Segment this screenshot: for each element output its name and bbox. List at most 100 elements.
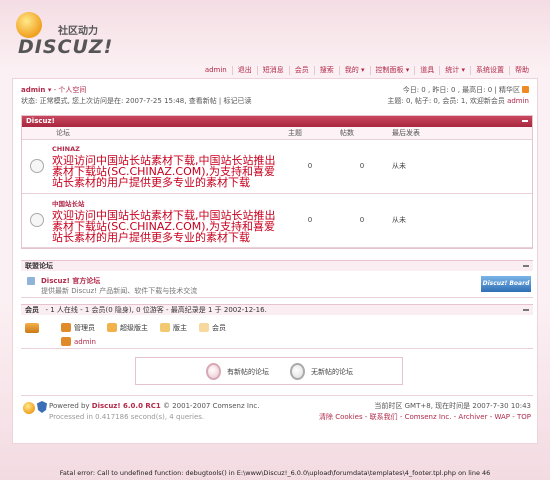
fatal-error-message: Fatal error: Call to undefined function:… xyxy=(0,469,550,477)
links-section-title: 联盟论坛 xyxy=(25,262,53,270)
nav-item-control-panel[interactable]: 控制面板 ▾ xyxy=(369,66,415,75)
linked-forum-banner[interactable]: Discuz! Board xyxy=(481,276,531,292)
nav-item-tools[interactable]: 道具 xyxy=(414,66,439,75)
table-row[interactable]: CHINAZ 欢迎访问中国站长站素材下载,中国站长站推出素材下载站(SC.CHI… xyxy=(22,139,532,194)
legend-supermod-label: 超级版主 xyxy=(120,324,148,332)
linked-forum-name[interactable]: Discuz! 官方论坛 xyxy=(41,276,100,286)
nav-item-admin[interactable]: admin xyxy=(200,66,232,75)
logo-tagline: 社区动力 xyxy=(58,26,98,37)
processed-info: Processed in 0.417186 second(s), 4 queri… xyxy=(49,413,205,421)
row-icon-cell xyxy=(22,139,52,194)
online-user-link[interactable]: admin xyxy=(74,338,96,346)
last-post: 从未 xyxy=(388,193,532,248)
legend-admin: 管理员 xyxy=(61,323,95,333)
online-row: 管理员 超级版主 版主 会员 admin xyxy=(21,317,533,349)
nav-item-members[interactable]: 会员 xyxy=(288,66,314,75)
powered-suffix: © 2001-2007 Comsenz Inc. xyxy=(160,402,260,410)
forum-status-icon xyxy=(30,213,44,227)
legend-member-label: 会员 xyxy=(212,324,226,332)
page-footer: Powered by Discuz! 6.0.0 RC1 © 2001-2007… xyxy=(21,395,533,435)
section-title[interactable]: Discuz! xyxy=(26,117,55,125)
top-nav: admin 退出 短消息 会员 搜索 我的 ▾ 控制面板 ▾ 道具 统计 ▾ 系… xyxy=(200,66,534,75)
online-section-title: 会员 xyxy=(25,306,39,314)
posts-count: 0 xyxy=(336,193,388,248)
legend-none-label: 无新帖的论坛 xyxy=(311,367,353,376)
collapse-icon[interactable] xyxy=(523,265,529,267)
section-header: Discuz! xyxy=(22,116,532,127)
forum-table: 论坛 主题 帖数 最后发表 CHINAZ 欢迎访问中国站长站素材下载,中国站长站… xyxy=(22,127,532,248)
discuz-lightbulb-icon xyxy=(23,402,35,414)
col-forum: 论坛 xyxy=(52,127,284,140)
online-user: admin xyxy=(61,337,96,346)
no-new-posts-icon xyxy=(290,363,305,380)
logo-brand: DISCUZ! xyxy=(18,36,114,58)
discuz-logo[interactable]: 社区动力 DISCUZ! xyxy=(16,10,126,58)
topics-count: 0 xyxy=(284,139,336,194)
fatal-error-text: Fatal error: Call to undefined function:… xyxy=(59,469,491,477)
legend-new-label: 有新帖的论坛 xyxy=(227,367,269,376)
collapse-icon[interactable] xyxy=(523,309,529,311)
online-section-header: 会员 - 1 人在线 - 1 会员(0 隐身), 0 位游客 - 最高纪录是 1… xyxy=(21,304,533,315)
rss-icon[interactable] xyxy=(522,86,529,93)
forum-name-link[interactable]: 中国站长站 xyxy=(52,198,284,208)
forum-status-icon xyxy=(30,159,44,173)
forum-section: Discuz! 论坛 主题 帖数 最后发表 CHINAZ 欢迎访问中国站长站素材… xyxy=(21,115,533,249)
forum-cell: 中国站长站 欢迎访问中国站长站素材下载,中国站长站推出素材下载站(SC.CHIN… xyxy=(52,193,284,248)
nav-item-settings[interactable]: 系统设置 xyxy=(470,66,509,75)
powered-product-link[interactable]: Discuz! 6.0.0 RC1 xyxy=(92,402,161,410)
member-icon xyxy=(199,323,209,332)
mod-icon xyxy=(160,323,170,332)
footer-right: 当前时区 GMT+8, 现在时间是 2007-7-30 10:43 清除 Coo… xyxy=(319,401,531,423)
powered-prefix: Powered by xyxy=(49,402,92,410)
last-post: 从未 xyxy=(388,139,532,194)
current-time: 当前时区 GMT+8, 现在时间是 2007-7-30 10:43 xyxy=(374,402,531,410)
legend-box: 有新帖的论坛 无新帖的论坛 xyxy=(135,357,403,385)
legend-none: 无新帖的论坛 xyxy=(290,363,353,380)
footer-links[interactable]: 清除 Cookies - 联系我们 - Comsenz Inc. - Archi… xyxy=(319,412,531,423)
forum-totals: 主题: 0, 帖子: 0, 会员: 1, 欢迎新会员 xyxy=(387,97,505,105)
forum-cell: CHINAZ 欢迎访问中国站长站素材下载,中国站长站推出素材下载站(SC.CHI… xyxy=(52,139,284,194)
lightbulb-icon xyxy=(16,12,42,38)
nav-item-help[interactable]: 帮助 xyxy=(509,66,534,75)
forum-description: 欢迎访问中国站长站素材下载,中国站长站推出素材下载站(SC.CHINAZ.COM… xyxy=(52,153,276,189)
username-menu[interactable]: admin ▾ xyxy=(21,86,51,94)
table-row[interactable]: 中国站长站 欢迎访问中国站长站素材下载,中国站长站推出素材下载站(SC.CHIN… xyxy=(22,193,532,248)
supermod-icon xyxy=(107,323,117,332)
admin-icon xyxy=(61,323,71,332)
nav-item-messages[interactable]: 短消息 xyxy=(256,66,289,75)
nav-item-logout[interactable]: 退出 xyxy=(231,66,257,75)
online-summary: - 1 人在线 - 1 会员(0 隐身), 0 位游客 - 最高纪录是 1 于 … xyxy=(45,306,267,314)
nav-item-stats[interactable]: 统计 ▾ xyxy=(439,66,470,75)
posts-count: 0 xyxy=(336,139,388,194)
page-header: 社区动力 DISCUZ! admin 退出 短消息 会员 搜索 我的 ▾ 控制面… xyxy=(0,0,550,78)
new-member-link[interactable]: admin xyxy=(507,97,529,105)
user-line: admin ▾ - 个人空间 xyxy=(21,85,86,96)
nav-item-search[interactable]: 搜索 xyxy=(313,66,339,75)
col-topics: 主题 xyxy=(284,127,336,140)
collapse-icon[interactable] xyxy=(522,120,528,122)
legend-mod-label: 版主 xyxy=(173,324,187,332)
legend-supermod: 超级版主 xyxy=(107,323,148,333)
legend-admin-label: 管理员 xyxy=(74,324,95,332)
comsenz-shield-icon xyxy=(37,401,47,413)
forum-name-link[interactable]: CHINAZ xyxy=(52,145,284,153)
new-posts-icon xyxy=(206,363,221,380)
member-legend: 管理员 超级版主 版主 会员 xyxy=(61,323,226,333)
status-line: 状态: 正常模式, 您上次访问是在: 2007-7-25 15:48, 查看新帖… xyxy=(21,97,252,105)
personal-space-link[interactable]: - 个人空间 xyxy=(54,86,87,94)
forum-stats: 今日: 0 , 昨日: 0 , 最高日: 0 | 精华区 主题: 0, 帖子: … xyxy=(387,85,529,107)
links-section-header: 联盟论坛 xyxy=(21,260,533,271)
col-last-post: 最后发表 xyxy=(388,127,532,140)
footer-left: Powered by Discuz! 6.0.0 RC1 © 2001-2007… xyxy=(49,401,259,423)
main-container: admin ▾ - 个人空间 状态: 正常模式, 您上次访问是在: 2007-7… xyxy=(12,78,538,444)
linked-forum-desc: 提供最新 Discuz! 产品新闻、软件下载与技术交流 xyxy=(41,287,198,295)
legend-new: 有新帖的论坛 xyxy=(206,363,269,380)
legend-member: 会员 xyxy=(199,323,226,333)
online-group-icon xyxy=(25,323,39,333)
col-posts: 帖数 xyxy=(336,127,388,140)
row-icon-cell xyxy=(22,193,52,248)
links-row: Discuz! 官方论坛 提供最新 Discuz! 产品新闻、软件下载与技术交流… xyxy=(21,272,533,298)
nav-item-my[interactable]: 我的 ▾ xyxy=(338,66,370,75)
forum-description: 欢迎访问中国站长站素材下载,中国站长站推出素材下载站(SC.CHINAZ.COM… xyxy=(52,208,276,244)
admin-icon xyxy=(61,337,71,346)
